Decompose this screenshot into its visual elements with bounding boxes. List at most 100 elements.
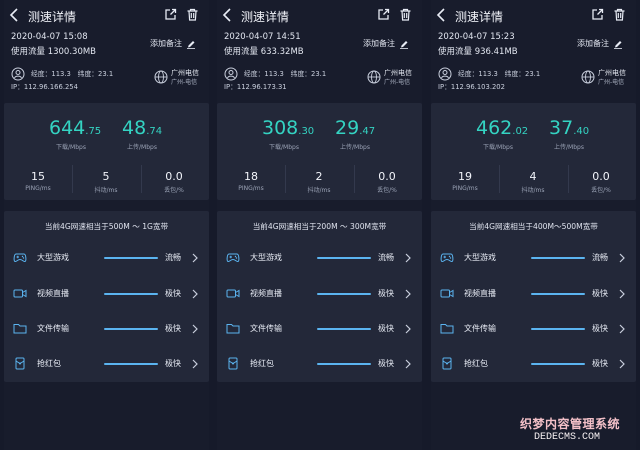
jitter-label: 抖动/ms bbox=[94, 187, 118, 194]
service-row-video[interactable]: 视频直播 极快 bbox=[431, 284, 636, 304]
divider bbox=[72, 165, 73, 193]
service-level-fill bbox=[317, 363, 371, 365]
service-status: 极快 bbox=[378, 359, 394, 368]
trash-icon[interactable] bbox=[613, 8, 626, 21]
location-coords: 经度：113.3 纬度：23.1 bbox=[244, 70, 327, 78]
bandwidth-summary: 当前4G网速相当于500M ～ 1G宽带 bbox=[44, 222, 169, 231]
data-usage: 使用流量 633.32MB bbox=[224, 47, 304, 57]
isp-region: 广州-电信 bbox=[171, 79, 198, 86]
data-usage: 使用流量 1300.30MB bbox=[11, 47, 97, 57]
service-status: 极快 bbox=[378, 289, 394, 298]
service-name: 大型游戏 bbox=[250, 253, 282, 262]
isp-region: 广州-电信 bbox=[598, 79, 625, 86]
service-level-fill bbox=[531, 293, 585, 295]
upload-label: 上传/Mbps bbox=[340, 144, 370, 151]
pen-icon bbox=[614, 40, 622, 49]
jitter-label: 抖动/ms bbox=[307, 187, 331, 194]
service-level-fill bbox=[104, 293, 158, 295]
red-envelope-icon bbox=[228, 357, 238, 370]
user-circle-icon bbox=[11, 67, 25, 81]
service-row-file[interactable]: 文件传输 极快 bbox=[431, 319, 636, 339]
service-row-redpacket[interactable]: 抢红包 极快 bbox=[217, 354, 422, 374]
chevron-right-icon bbox=[192, 253, 198, 263]
share-icon[interactable] bbox=[164, 8, 177, 21]
location-coords: 经度：113.3 纬度：23.1 bbox=[31, 70, 114, 78]
service-row-file[interactable]: 文件传输 极快 bbox=[217, 319, 422, 339]
isp-region: 广州-电信 bbox=[384, 79, 411, 86]
service-name: 文件传输 bbox=[464, 324, 496, 333]
page-title: 测速详情 bbox=[241, 10, 290, 24]
loss-value: 0.0 bbox=[165, 170, 183, 183]
trash-icon[interactable] bbox=[186, 8, 199, 21]
chevron-right-icon bbox=[619, 324, 625, 334]
service-name: 抢红包 bbox=[250, 359, 274, 368]
folder-icon bbox=[226, 324, 240, 334]
chevron-left-icon[interactable] bbox=[435, 8, 447, 22]
chevron-right-icon bbox=[405, 359, 411, 369]
service-row-video[interactable]: 视频直播 极快 bbox=[4, 284, 209, 304]
service-card: 当前4G网速相当于400M～500M宽带 大型游戏 流畅 视频直播 极快 文件传… bbox=[431, 211, 636, 382]
divider bbox=[141, 165, 142, 193]
service-row-redpacket[interactable]: 抢红包 极快 bbox=[431, 354, 636, 374]
test-datetime: 2020-04-07 14:51 bbox=[224, 32, 301, 42]
service-level-bar bbox=[317, 328, 371, 330]
service-status: 极快 bbox=[165, 359, 181, 368]
bandwidth-summary: 当前4G网速相当于200M ～ 300M宽带 bbox=[252, 222, 387, 231]
service-level-bar bbox=[104, 328, 158, 330]
add-note-button[interactable]: 添加备注 bbox=[150, 38, 196, 49]
service-row-video[interactable]: 视频直播 极快 bbox=[217, 284, 422, 304]
video-camera-icon bbox=[226, 289, 240, 298]
service-status: 极快 bbox=[592, 324, 608, 333]
loss-value: 0.0 bbox=[378, 170, 396, 183]
service-status: 流畅 bbox=[378, 253, 394, 262]
service-row-redpacket[interactable]: 抢红包 极快 bbox=[4, 354, 209, 374]
service-status: 流畅 bbox=[592, 253, 608, 262]
add-note-button[interactable]: 添加备注 bbox=[363, 38, 409, 49]
jitter-value: 2 bbox=[315, 170, 323, 183]
upload-speed: 48.74 bbox=[122, 117, 163, 139]
upload-speed: 37.40 bbox=[549, 117, 590, 139]
service-row-game[interactable]: 大型游戏 流畅 bbox=[217, 248, 422, 268]
service-row-game[interactable]: 大型游戏 流畅 bbox=[431, 248, 636, 268]
service-name: 视频直播 bbox=[464, 289, 496, 298]
jitter-value: 4 bbox=[529, 170, 537, 183]
loss-label: 丢包/% bbox=[591, 187, 611, 194]
service-row-game[interactable]: 大型游戏 流畅 bbox=[4, 248, 209, 268]
service-level-bar bbox=[531, 363, 585, 365]
divider bbox=[354, 165, 355, 193]
ping-value: 18 bbox=[244, 170, 258, 183]
service-status: 流畅 bbox=[165, 253, 181, 262]
ip-address: IP：112.96.166.254 bbox=[11, 83, 78, 91]
trash-icon[interactable] bbox=[399, 8, 412, 21]
service-level-fill bbox=[317, 257, 371, 259]
jitter-value: 5 bbox=[102, 170, 110, 183]
chevron-right-icon bbox=[619, 289, 625, 299]
service-level-bar bbox=[531, 328, 585, 330]
service-name: 文件传输 bbox=[250, 324, 282, 333]
service-level-fill bbox=[531, 363, 585, 365]
add-note-button[interactable]: 添加备注 bbox=[577, 38, 623, 49]
service-name: 文件传输 bbox=[37, 324, 69, 333]
ping-label: PING/ms bbox=[238, 185, 264, 192]
service-level-fill bbox=[531, 328, 585, 330]
gamepad-icon bbox=[440, 253, 454, 263]
isp-info: 广州电信 广州-电信 bbox=[384, 69, 412, 87]
upload-label: 上传/Mbps bbox=[554, 144, 584, 151]
watermark-text: 织梦内容管理系统 bbox=[520, 417, 621, 431]
chevron-right-icon bbox=[619, 253, 625, 263]
share-icon[interactable] bbox=[591, 8, 604, 21]
chevron-left-icon[interactable] bbox=[221, 8, 233, 22]
video-camera-icon bbox=[440, 289, 454, 298]
isp-name: 广州电信 bbox=[384, 69, 412, 77]
service-level-fill bbox=[317, 328, 371, 330]
share-icon[interactable] bbox=[377, 8, 390, 21]
chevron-left-icon[interactable] bbox=[8, 8, 20, 22]
service-level-bar bbox=[104, 363, 158, 365]
service-level-bar bbox=[104, 293, 158, 295]
service-level-fill bbox=[317, 293, 371, 295]
service-level-fill bbox=[104, 328, 158, 330]
pen-icon bbox=[400, 40, 408, 49]
speed-card: 644.75 48.74 下载/Mbps 上传/Mbps 15 PING/ms … bbox=[4, 103, 209, 200]
service-row-file[interactable]: 文件传输 极快 bbox=[4, 319, 209, 339]
folder-icon bbox=[440, 324, 454, 334]
